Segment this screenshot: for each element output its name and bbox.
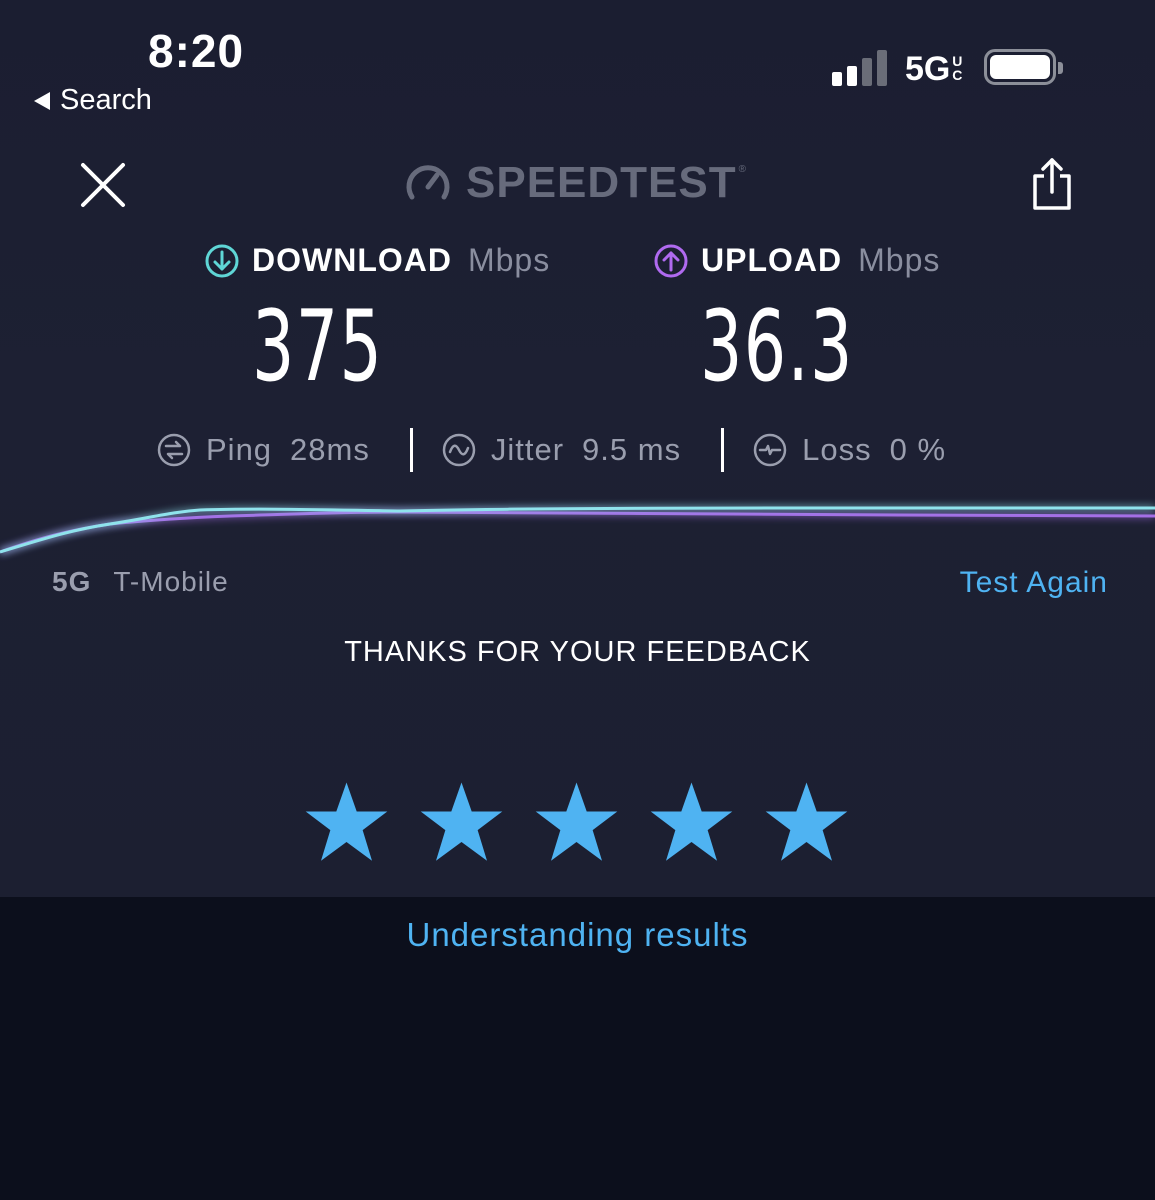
cellular-signal-icon [832,50,887,86]
signal-bar [847,66,857,86]
ping-value: 28ms [290,432,370,468]
upload-header: UPLOAD Mbps [653,242,940,279]
connection-info: 5G T-Mobile [52,566,229,598]
packet-loss-icon [753,433,787,467]
connection-generation: 5G [52,566,92,597]
loss-unit: % [917,432,947,467]
download-label: DOWNLOAD [252,242,452,278]
speedtest-logo: SPEEDTEST ® [404,158,746,208]
logo-trademark: ® [738,164,746,175]
upload-speed-value: 36.3 [700,290,854,404]
download-arrow-icon [205,244,239,277]
share-icon[interactable] [1030,156,1074,212]
back-to-search-button[interactable]: Search [34,84,152,117]
star-icon[interactable] [304,780,389,865]
jitter-value: 9.5 ms [582,432,681,468]
battery-nub [1058,62,1063,74]
star-icon[interactable] [534,780,619,865]
star-icon[interactable] [419,780,504,865]
latency-stats: Ping 28ms Jitter 9.5 ms Loss 0 % [156,428,946,472]
star-icon[interactable] [649,780,734,865]
rating-stars [304,780,849,865]
ping-icon [157,433,191,467]
close-icon[interactable] [80,162,126,208]
upload-arrow-icon [654,244,688,277]
stats-divider [409,428,413,472]
stats-divider [721,428,725,472]
network-type-label: 5G [905,50,951,88]
loss-number: 0 [889,432,908,467]
upload-unit: Mbps [858,242,941,278]
jitter-icon [442,433,476,467]
back-arrow-icon [34,91,50,110]
jitter-label: Jitter [490,432,565,467]
back-label: Search [60,84,152,116]
jitter-stat: Jitter 9.5 ms [441,432,681,468]
signal-bar [877,50,887,86]
network-uc-bottom: C [952,67,963,83]
network-uc-badge: U C [951,54,963,82]
ping-label: Ping [206,432,273,467]
ping-unit: ms [326,432,370,467]
download-speed-value: 375 [252,290,384,404]
battery-fill [990,55,1050,79]
upload-label: UPLOAD [701,242,843,278]
logo-text: SPEEDTEST [466,158,737,207]
jitter-number: 9.5 [582,432,629,467]
signal-bar [862,58,872,86]
ping-number: 28 [290,432,327,467]
carrier-name: T-Mobile [113,566,229,597]
star-icon[interactable] [764,780,849,865]
speed-graph [0,506,1155,554]
status-time: 8:20 [148,25,245,77]
loss-stat: Loss 0 % [752,432,946,468]
loss-value: 0 % [890,432,946,468]
battery-icon [984,49,1063,85]
network-type-indicator: 5G U C [905,50,963,89]
gauge-icon [406,165,450,200]
feedback-title: THANKS FOR YOUR FEEDBACK [344,636,811,668]
jitter-unit: ms [637,432,682,467]
understanding-results-link[interactable]: Understanding results [0,916,1155,954]
signal-bar [832,72,842,86]
download-header: DOWNLOAD Mbps [204,242,550,279]
ping-stat: Ping 28ms [156,432,370,468]
download-unit: Mbps [467,242,551,278]
loss-label: Loss [802,432,872,467]
test-again-button[interactable]: Test Again [960,566,1108,600]
upload-graph-line [0,510,1155,554]
